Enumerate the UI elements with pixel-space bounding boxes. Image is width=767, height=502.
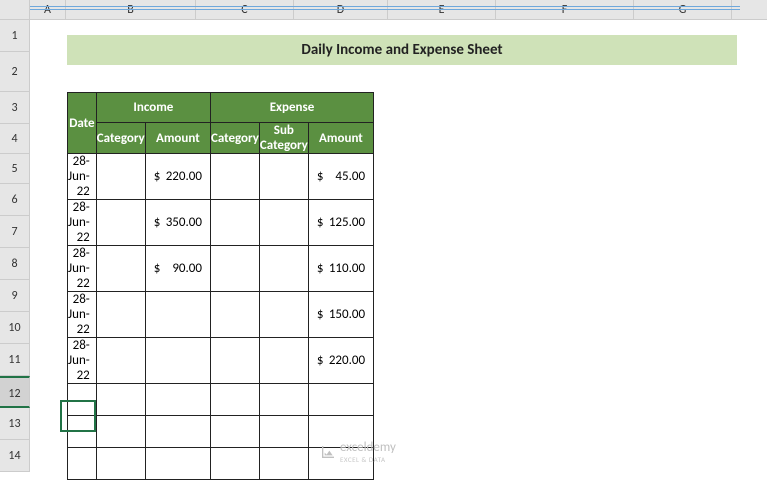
spreadsheet-viewport: ABCDEFG 1234567891011121314 Daily Income… [0,0,767,20]
row-header[interactable]: 4 [0,124,30,154]
cell-date[interactable]: 28-Jun-22 [68,292,97,338]
cell-income-amount[interactable] [145,416,210,448]
cell-expense-category[interactable] [210,200,259,246]
cell-income-category[interactable] [96,416,145,448]
brand-icon [320,444,336,460]
cell-income-category[interactable] [96,292,145,338]
cell-date[interactable]: 28-Jun-22 [68,246,97,292]
row-header[interactable]: 10 [0,312,30,344]
header-income-category: Category [96,123,145,154]
income-expense-table: Date Income Expense Category Amount Cate… [67,92,374,480]
cell-date[interactable] [68,416,97,448]
table-row[interactable]: 28-Jun-22 $90.00 $110.00 [68,246,374,292]
row-header[interactable]: 13 [0,408,30,440]
watermark-brand: exceldemy EXCEL & DATA [320,440,396,464]
row-header[interactable]: 6 [0,184,30,216]
header-expense-amount: Amount [308,123,373,154]
row-header[interactable]: 9 [0,280,30,312]
table-row[interactable] [68,384,374,416]
cell-date[interactable]: 28-Jun-22 [68,154,97,200]
cell-expense-subcategory[interactable] [259,200,308,246]
row-header[interactable]: 7 [0,216,30,248]
row-header[interactable]: 1 [0,20,30,52]
cell-expense-amount[interactable] [308,384,373,416]
watermark-subtext: EXCEL & DATA [340,455,396,464]
cell-income-amount[interactable]: $220.00 [145,154,210,200]
table-row[interactable]: 28-Jun-22 $350.00 $125.00 [68,200,374,246]
cell-expense-subcategory[interactable] [259,246,308,292]
cell-expense-category[interactable] [210,246,259,292]
row-header[interactable]: 5 [0,154,30,184]
cell-income-amount[interactable] [145,384,210,416]
column-headers-row: ABCDEFG [0,0,767,20]
table-row[interactable]: 28-Jun-22 $220.00 [68,338,374,384]
cell-expense-amount[interactable]: $150.00 [308,292,373,338]
cell-expense-category[interactable] [210,154,259,200]
header-expense-subcategory: Sub Category [259,123,308,154]
cell-expense-subcategory[interactable] [259,338,308,384]
cell-income-amount[interactable] [145,338,210,384]
cell-expense-amount[interactable]: $110.00 [308,246,373,292]
cell-date[interactable] [68,384,97,416]
table-row[interactable]: 28-Jun-22 $220.00 $45.00 [68,154,374,200]
footer-rule [30,6,740,10]
row-header[interactable]: 3 [0,92,30,124]
cell-expense-amount[interactable]: $220.00 [308,338,373,384]
cell-income-category[interactable] [96,200,145,246]
cell-date[interactable]: 28-Jun-22 [68,338,97,384]
cell-date[interactable] [68,448,97,480]
cell-income-amount[interactable] [145,448,210,480]
table-row[interactable]: 28-Jun-22 $150.00 [68,292,374,338]
cell-expense-subcategory[interactable] [259,416,308,448]
cell-income-amount[interactable] [145,292,210,338]
row-header[interactable]: 12 [0,376,30,408]
watermark-text: exceldemy [340,440,396,455]
column-header[interactable] [0,0,30,19]
row-header[interactable]: 14 [0,440,30,472]
cell-expense-subcategory[interactable] [259,448,308,480]
header-date: Date [68,93,97,154]
row-header[interactable]: 8 [0,248,30,280]
header-income: Income [96,93,210,123]
row-header[interactable]: 11 [0,344,30,376]
cell-income-category[interactable] [96,338,145,384]
cell-income-amount[interactable]: $350.00 [145,200,210,246]
cell-expense-subcategory[interactable] [259,292,308,338]
cell-expense-amount[interactable]: $125.00 [308,200,373,246]
cell-expense-amount[interactable]: $45.00 [308,154,373,200]
cell-expense-subcategory[interactable] [259,384,308,416]
header-income-amount: Amount [145,123,210,154]
sheet-title: Daily Income and Expense Sheet [67,35,737,65]
cell-expense-subcategory[interactable] [259,154,308,200]
row-headers-column: 1234567891011121314 [0,20,30,472]
cell-income-category[interactable] [96,384,145,416]
cell-expense-category[interactable] [210,416,259,448]
cell-income-category[interactable] [96,448,145,480]
cell-expense-category[interactable] [210,292,259,338]
cell-expense-category[interactable] [210,338,259,384]
cell-date[interactable]: 28-Jun-22 [68,200,97,246]
cell-expense-category[interactable] [210,448,259,480]
cell-income-amount[interactable]: $90.00 [145,246,210,292]
cell-expense-category[interactable] [210,384,259,416]
cell-income-category[interactable] [96,246,145,292]
row-header[interactable]: 2 [0,52,30,92]
header-expense-category: Category [210,123,259,154]
cell-income-category[interactable] [96,154,145,200]
header-expense: Expense [210,93,373,123]
